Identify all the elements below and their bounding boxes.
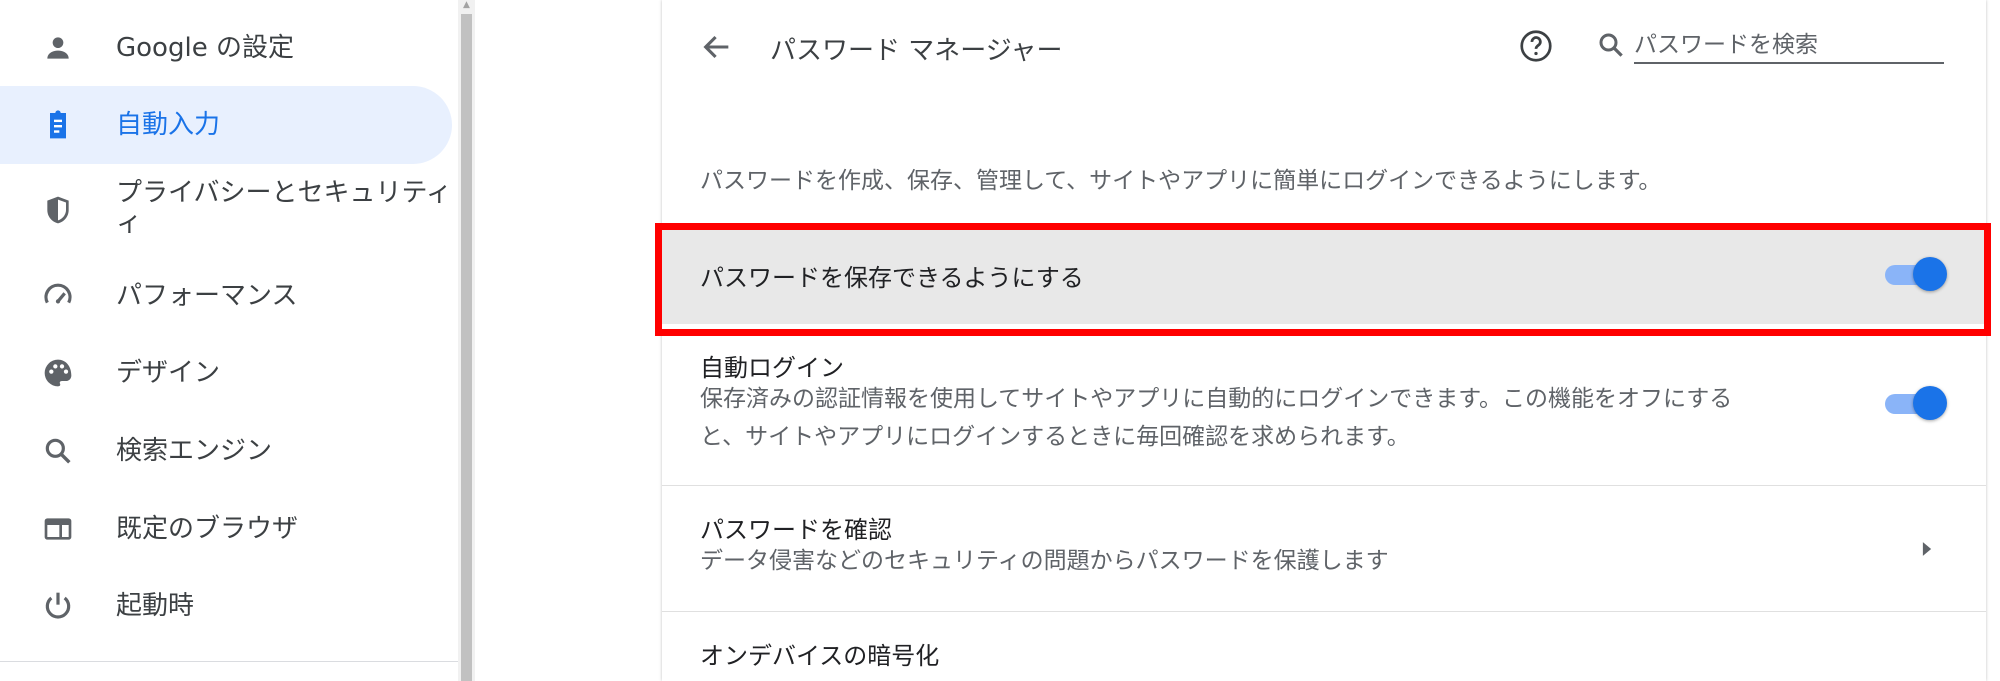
sidebar-item-label: パフォーマンス xyxy=(116,281,298,311)
sidebar-divider xyxy=(0,661,458,662)
sidebar-item-label: Google の設定 xyxy=(116,33,294,63)
page-title: パスワード マネージャー xyxy=(770,36,1063,66)
sidebar-item-design[interactable]: デザイン xyxy=(0,334,452,412)
search-input[interactable] xyxy=(1634,28,1944,64)
clipboard-icon xyxy=(40,107,76,143)
auto-sign-in-toggle[interactable] xyxy=(1883,386,1947,420)
setting-row-auto-sign-in[interactable]: 自動ログイン 保存済みの認証情報を使用してサイトやアプリに自動的にログインできま… xyxy=(662,340,1986,484)
sidebar-item-label: プライバシーとセキュリティ xyxy=(116,178,452,208)
help-icon[interactable] xyxy=(1518,28,1554,64)
sidebar-item-on-startup[interactable]: 起動時 xyxy=(0,567,452,645)
scroll-up-arrow-icon[interactable]: ▲ xyxy=(461,0,472,10)
setting-title: 自動ログイン xyxy=(700,354,844,382)
setting-subtitle: 保存済みの認証情報を使用してサイトやアプリに自動的にログインできます。この機能を… xyxy=(700,386,1733,412)
sidebar: Google の設定 自動入力 プライバシーとセキュリティ ィ パフォーマンス … xyxy=(0,0,458,681)
sidebar-item-label: デザイン xyxy=(116,358,221,388)
setting-title: オンデバイスの暗号化 xyxy=(700,642,940,670)
sidebar-item-label: 起動時 xyxy=(116,591,195,621)
page-description: パスワードを作成、保存、管理して、サイトやアプリに簡単にログインできるようにしま… xyxy=(700,168,1662,194)
sidebar-item-google-settings[interactable]: Google の設定 xyxy=(0,9,452,87)
sidebar-item-search-engine[interactable]: 検索エンジン xyxy=(0,412,452,490)
browser-window-icon xyxy=(40,511,76,547)
search-icon xyxy=(40,433,76,469)
setting-subtitle: データ侵害などのセキュリティの問題からパスワードを保護します xyxy=(700,548,1389,574)
password-search xyxy=(1596,22,1946,70)
toggle-knob xyxy=(1913,386,1947,420)
sidebar-item-label: 自動入力 xyxy=(116,110,221,140)
highlight-annotation-box xyxy=(655,223,1991,336)
speedometer-icon xyxy=(40,278,76,314)
sidebar-item-privacy-security[interactable]: プライバシーとセキュリティ ィ xyxy=(0,170,452,250)
palette-icon xyxy=(40,355,76,391)
power-icon xyxy=(40,588,76,624)
chevron-right-icon[interactable] xyxy=(1920,538,1934,560)
sidebar-item-autofill[interactable]: 自動入力 xyxy=(0,86,452,164)
sidebar-item-label: 検索エンジン xyxy=(116,436,273,466)
back-arrow-icon[interactable] xyxy=(700,30,734,64)
person-icon xyxy=(40,30,76,66)
setting-subtitle-wrap: と、サイトやアプリにログインするときに毎回確認を求められます。 xyxy=(700,424,1410,450)
sidebar-item-label: 既定のブラウザ xyxy=(116,514,299,544)
sidebar-item-performance[interactable]: パフォーマンス xyxy=(0,257,452,335)
sidebar-item-label-wrap: ィ xyxy=(116,208,143,238)
scrollbar-thumb[interactable] xyxy=(461,14,472,681)
setting-title: パスワードを確認 xyxy=(700,516,892,544)
search-icon xyxy=(1596,30,1626,60)
shield-icon xyxy=(40,192,76,228)
setting-row-check-passwords[interactable]: パスワードを確認 データ侵害などのセキュリティの問題からパスワードを保護します xyxy=(662,486,1986,610)
sidebar-item-default-browser[interactable]: 既定のブラウザ xyxy=(0,490,452,568)
setting-row-on-device-encryption[interactable]: オンデバイスの暗号化 xyxy=(662,612,1986,681)
